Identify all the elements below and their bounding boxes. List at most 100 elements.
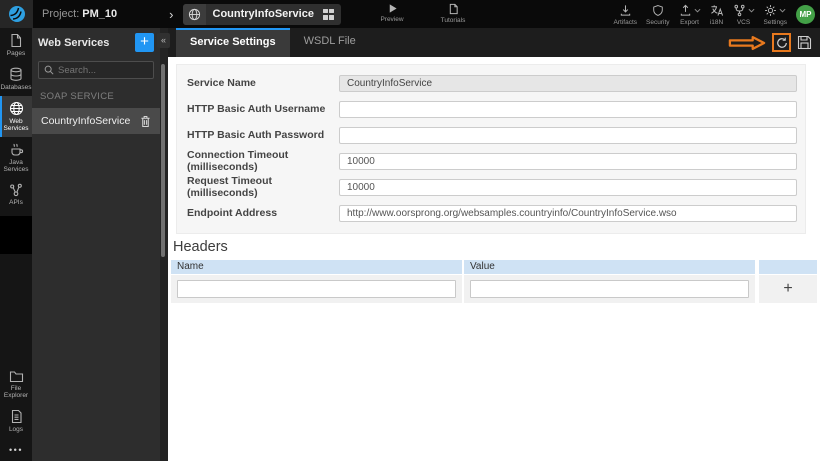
tab-wsdl-file[interactable]: WSDL File — [290, 28, 370, 57]
tabbar-actions — [728, 33, 812, 52]
export-button[interactable]: Export — [679, 3, 701, 26]
service-name-label: Service Name — [187, 77, 256, 89]
active-service-chip[interactable]: CountryInfoService — [182, 3, 341, 25]
page-icon — [11, 33, 22, 48]
project-label: Project: — [42, 8, 80, 20]
wavemaker-logo-icon — [8, 6, 25, 22]
tab-bar: Service Settings WSDL File — [168, 28, 820, 57]
tab-service-settings[interactable]: Service Settings — [176, 28, 290, 57]
rail-item-java-services[interactable]: Java Services — [0, 137, 32, 178]
preview-button[interactable]: Preview — [370, 3, 414, 23]
column-header-name: Name — [171, 260, 462, 274]
main-area: Service Settings WSDL File Service Name … — [168, 28, 820, 461]
chevron-down-icon — [779, 8, 786, 13]
search-icon — [44, 65, 54, 75]
download-icon — [620, 5, 630, 16]
headers-table-head: Name Value — [171, 260, 817, 274]
reload-service-button[interactable] — [772, 33, 791, 52]
rail-item-logs[interactable]: Logs — [0, 404, 32, 438]
artifacts-button[interactable]: Artifacts — [614, 3, 637, 26]
column-header-actions — [759, 260, 817, 274]
settings-button[interactable]: Settings — [764, 3, 787, 26]
basic-auth-username-input[interactable] — [339, 100, 797, 118]
endpoint-address-input[interactable] — [339, 204, 797, 222]
column-header-value: Value — [464, 260, 755, 274]
service-list-item[interactable]: CountryInfoService — [32, 108, 160, 134]
service-switcher-grid-icon[interactable] — [322, 8, 334, 20]
form-row: HTTP Basic Auth Password — [177, 122, 805, 148]
web-services-panel: Web Services + SOAP SERVICE CountryInfoS… — [32, 28, 160, 461]
panel-header: Web Services + — [32, 28, 160, 57]
shield-icon — [652, 5, 663, 16]
coffee-cup-icon — [10, 143, 23, 156]
globe-icon — [182, 3, 206, 25]
trash-icon[interactable] — [140, 115, 151, 128]
rail-item-apis[interactable]: APIs — [0, 178, 32, 211]
request-timeout-label: Request Timeout (milliseconds) — [187, 175, 272, 199]
active-service-name: CountryInfoService — [212, 8, 314, 20]
header-value-input[interactable] — [470, 280, 749, 298]
rail-item-web-services[interactable]: Web Services — [0, 96, 32, 137]
api-nodes-icon — [10, 183, 22, 197]
topbar-actions: Artifacts Security Export i18N VCS Setti… — [614, 0, 815, 28]
globe-icon — [9, 101, 23, 116]
form-row: HTTP Basic Auth Username — [177, 96, 805, 122]
headers-table: Name Value + — [171, 260, 817, 303]
top-bar: Project: PM_10 › CountryInfoService Previ… — [0, 0, 820, 28]
headers-section-title: Headers — [173, 239, 228, 255]
connection-timeout-input[interactable] — [339, 152, 797, 170]
service-settings-form: Service Name HTTP Basic Auth Username HT… — [176, 64, 806, 234]
service-item-label: CountryInfoService — [41, 115, 131, 127]
tutorials-book-icon — [449, 3, 458, 15]
log-document-icon — [11, 409, 22, 424]
breadcrumb-chevron-icon: › — [169, 6, 174, 22]
form-row: Service Name — [177, 70, 805, 96]
rail-item-pages[interactable]: Pages — [0, 28, 32, 62]
basic-auth-password-label: HTTP Basic Auth Password — [187, 129, 325, 141]
collapse-panel-icon[interactable]: « — [157, 33, 170, 48]
annotation-arrow — [728, 35, 766, 50]
preview-label: Preview — [380, 16, 404, 23]
save-icon[interactable] — [797, 35, 812, 50]
form-row: Endpoint Address — [177, 200, 805, 226]
rail-spacer-block — [0, 216, 32, 254]
headers-table-row: + — [171, 275, 817, 303]
branch-icon — [733, 4, 745, 17]
i18n-button[interactable]: i18N — [710, 3, 724, 26]
left-icon-rail: Pages Databases Web Services Java Servic… — [0, 28, 32, 461]
add-header-row-button[interactable]: + — [759, 275, 817, 303]
endpoint-address-label: Endpoint Address — [187, 207, 278, 219]
service-search-input[interactable] — [58, 64, 148, 76]
more-options-icon[interactable]: ••• — [0, 438, 32, 460]
play-icon — [389, 4, 397, 13]
translate-icon — [710, 5, 723, 16]
security-button[interactable]: Security — [646, 3, 670, 26]
request-timeout-input[interactable] — [339, 178, 797, 196]
vertical-scrollbar[interactable] — [161, 64, 165, 257]
user-avatar[interactable]: MP — [796, 4, 815, 24]
service-settings-content: Service Name HTTP Basic Auth Username HT… — [168, 57, 820, 461]
chevron-down-icon — [694, 8, 700, 13]
service-name-input — [339, 74, 797, 92]
basic-auth-password-input[interactable] — [339, 126, 797, 144]
upload-icon — [680, 4, 690, 16]
basic-auth-username-label: HTTP Basic Auth Username — [187, 103, 326, 115]
tutorials-button[interactable]: Tutorials — [431, 3, 475, 24]
vcs-button[interactable]: VCS — [733, 3, 755, 26]
reload-icon — [776, 37, 787, 48]
app-logo[interactable] — [0, 0, 33, 28]
connection-timeout-label: Connection Timeout (milliseconds) — [187, 149, 289, 173]
soap-service-section-title: SOAP SERVICE — [40, 91, 115, 102]
project-breadcrumb: Project: PM_10 — [42, 8, 117, 20]
rail-bottom-group: File Explorer Logs ••• — [0, 365, 32, 460]
service-search-box[interactable] — [38, 61, 154, 79]
project-name: PM_10 — [82, 8, 118, 20]
database-icon — [10, 67, 22, 81]
form-row: Request Timeout (milliseconds) — [177, 174, 805, 200]
chevron-down-icon — [748, 8, 754, 13]
rail-item-file-explorer[interactable]: File Explorer — [0, 365, 32, 404]
header-name-input[interactable] — [177, 280, 456, 298]
rail-item-databases[interactable]: Databases — [0, 62, 32, 96]
panel-title: Web Services — [38, 36, 110, 49]
add-service-button[interactable]: + — [135, 33, 154, 52]
